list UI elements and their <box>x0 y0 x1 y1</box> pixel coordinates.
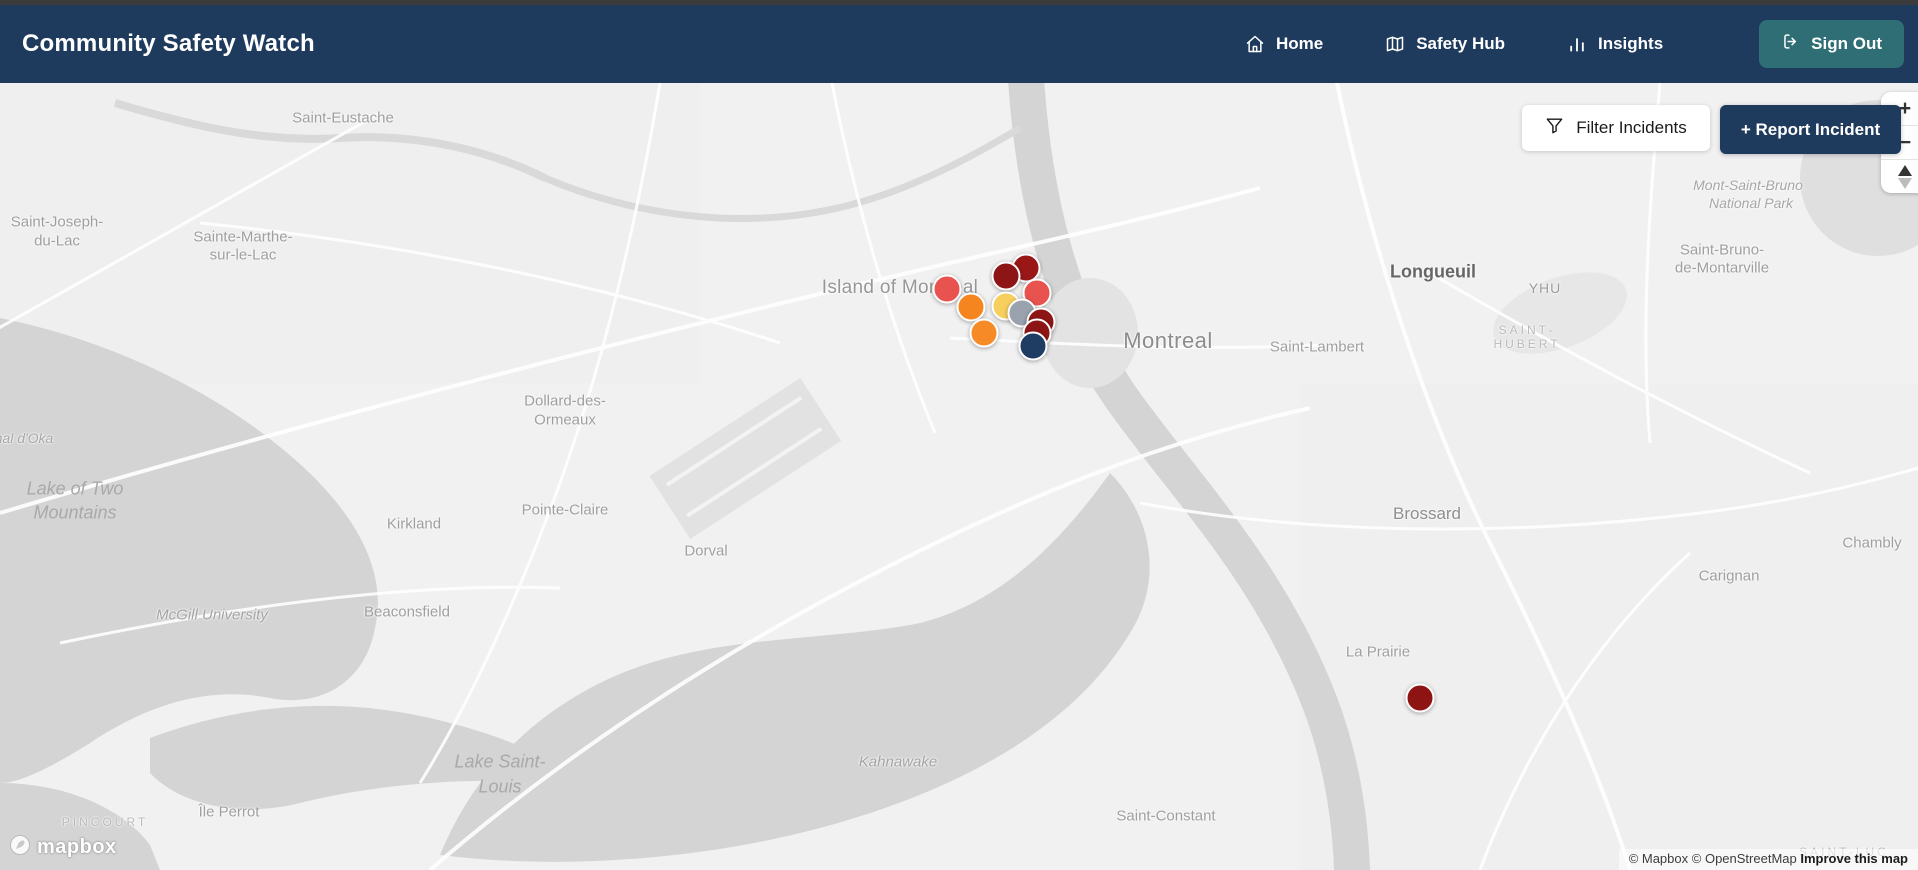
mapbox-logo-icon <box>8 833 32 862</box>
nav-item-insights[interactable]: Insights <box>1567 34 1663 54</box>
incident-marker[interactable] <box>1405 683 1435 713</box>
sign-out-label: Sign Out <box>1811 34 1882 53</box>
incident-map[interactable]: Saint-Eustache Saint-Joseph-du-Lac Sainte-… <box>0 83 1918 870</box>
incident-marker[interactable] <box>969 318 999 348</box>
attribution-mapbox-link[interactable]: © Mapbox <box>1629 851 1688 866</box>
app-title: Community Safety Watch <box>22 30 315 57</box>
compass-north-needle <box>1898 164 1912 176</box>
app-header: Community Safety Watch Home Safety Hub I… <box>0 5 1918 83</box>
map-icon <box>1385 34 1405 54</box>
map-attribution: © Mapbox © OpenStreetMap Improve this ma… <box>1618 849 1918 870</box>
window-top-strip <box>0 0 1918 5</box>
improve-this-map-link[interactable]: Improve this map <box>1800 851 1908 866</box>
incident-marker[interactable] <box>991 261 1021 291</box>
home-icon <box>1245 34 1265 54</box>
bar-chart-icon <box>1567 34 1587 54</box>
incident-marker[interactable] <box>932 274 962 304</box>
compass-south-needle <box>1898 177 1912 189</box>
nav-item-safety-hub[interactable]: Safety Hub <box>1385 34 1505 54</box>
mapbox-logo-text: mapbox <box>37 836 117 858</box>
attribution-osm-link[interactable]: © OpenStreetMap <box>1692 851 1797 866</box>
filter-incidents-label: Filter Incidents <box>1576 118 1687 137</box>
compass-button[interactable] <box>1881 159 1918 193</box>
sign-out-button[interactable]: Sign Out <box>1759 20 1904 68</box>
incident-marker[interactable] <box>1018 331 1048 361</box>
filter-incidents-button[interactable]: Filter Incidents <box>1522 105 1710 151</box>
report-incident-label: + Report Incident <box>1740 119 1881 139</box>
logout-icon <box>1781 32 1800 56</box>
mapbox-logo[interactable]: mapbox <box>8 833 117 862</box>
map-canvas <box>0 83 1918 870</box>
incident-marker[interactable] <box>956 292 986 322</box>
nav-label: Insights <box>1598 34 1664 53</box>
nav-label: Home <box>1275 34 1324 53</box>
nav-item-home[interactable]: Home <box>1245 34 1323 54</box>
nav-label: Safety Hub <box>1416 34 1505 53</box>
report-incident-button[interactable]: + Report Incident <box>1720 105 1901 154</box>
funnel-icon <box>1545 116 1564 140</box>
main-nav: Home Safety Hub Insights Sign Out <box>1245 20 1904 68</box>
